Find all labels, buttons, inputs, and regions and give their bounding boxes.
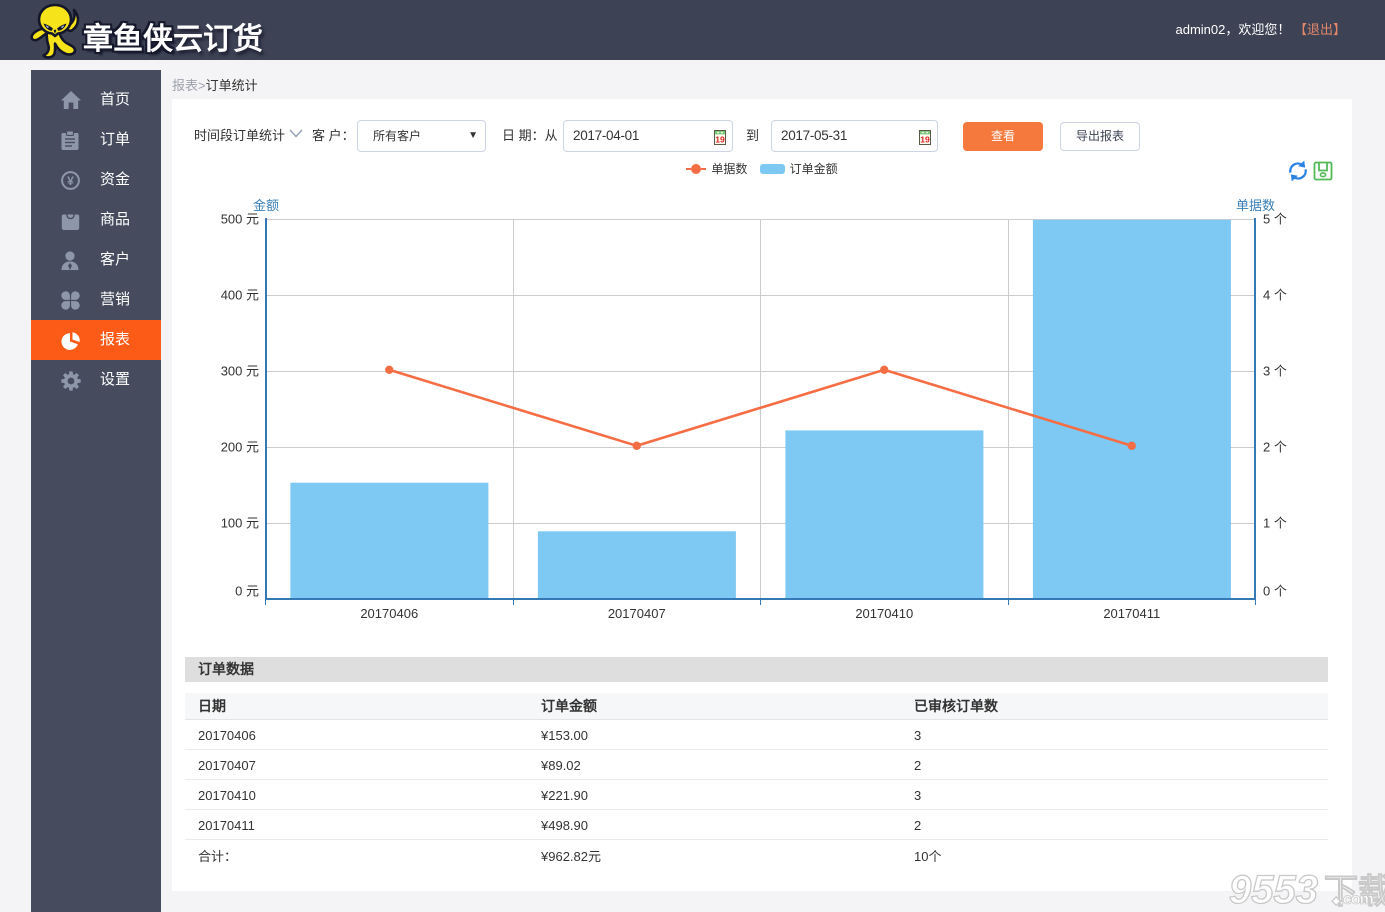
svg-text:金额: 金额 [253, 198, 279, 213]
svg-text:400 元: 400 元 [221, 288, 259, 303]
svg-text:¥: ¥ [67, 174, 74, 188]
svg-text:20170407: 20170407 [608, 606, 666, 621]
svg-text:19: 19 [715, 134, 725, 144]
svg-text:19: 19 [920, 134, 930, 144]
svg-text:0 元: 0 元 [235, 584, 259, 599]
svg-text:0 个: 0 个 [1263, 584, 1287, 599]
svg-text:20170411: 20170411 [1103, 606, 1160, 621]
svg-text:20170406: 20170406 [360, 606, 418, 621]
svg-text:5 个: 5 个 [1263, 212, 1287, 227]
svg-text:1 个: 1 个 [1263, 516, 1287, 531]
svg-text:100 元: 100 元 [221, 516, 259, 531]
svg-text:3 个: 3 个 [1263, 364, 1287, 379]
svg-text:单据数: 单据数 [1236, 198, 1275, 213]
svg-text:2 个: 2 个 [1263, 440, 1287, 455]
svg-text:4 个: 4 个 [1263, 288, 1287, 303]
svg-text:300 元: 300 元 [221, 364, 259, 379]
svg-text:20170410: 20170410 [855, 606, 913, 621]
svg-text:200 元: 200 元 [221, 440, 259, 455]
svg-text:500 元: 500 元 [221, 212, 259, 227]
